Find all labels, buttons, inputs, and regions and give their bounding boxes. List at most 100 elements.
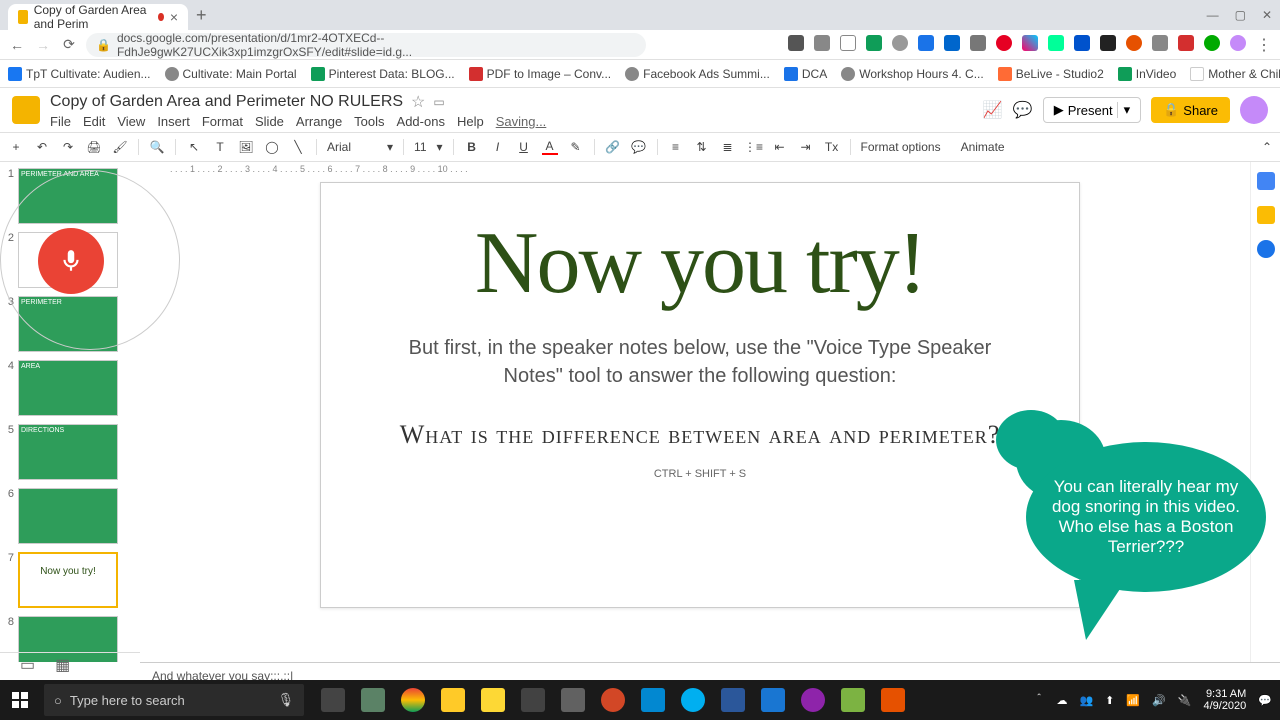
underline-button[interactable]: U xyxy=(516,139,532,155)
taskbar-app[interactable] xyxy=(474,681,512,719)
fontsize-dropdown-icon[interactable]: ▾ xyxy=(437,140,443,154)
browser-tab[interactable]: Copy of Garden Area and Perim × xyxy=(8,4,188,30)
menu-format[interactable]: Format xyxy=(202,114,243,129)
line-spacing-button[interactable]: ⇅ xyxy=(694,139,710,155)
slide-title[interactable]: Now you try! xyxy=(475,213,925,314)
taskbar-word[interactable] xyxy=(714,681,752,719)
line-tool[interactable]: ╲ xyxy=(290,139,306,155)
menu-arrange[interactable]: Arrange xyxy=(296,114,342,129)
voice-type-mic-button[interactable] xyxy=(38,228,104,294)
font-size[interactable]: 11 xyxy=(414,140,426,154)
tray-icon[interactable]: ⬆ xyxy=(1105,694,1114,707)
ext-icon[interactable] xyxy=(1022,35,1038,51)
ext-icon[interactable] xyxy=(866,35,882,51)
forward-button[interactable]: → xyxy=(34,37,52,53)
bookmark-item[interactable]: Workshop Hours 4. C... xyxy=(841,67,984,81)
menu-tools[interactable]: Tools xyxy=(354,114,384,129)
select-tool[interactable]: ↖ xyxy=(186,139,202,155)
tray-volume-icon[interactable]: 🔊 xyxy=(1152,694,1166,707)
menu-edit[interactable]: Edit xyxy=(83,114,105,129)
ext-icon[interactable] xyxy=(1204,35,1220,51)
window-close[interactable]: ✕ xyxy=(1262,8,1272,22)
slide-canvas[interactable]: Now you try! But first, in the speaker n… xyxy=(320,182,1080,608)
account-avatar[interactable] xyxy=(1240,96,1268,124)
tray-icon[interactable]: ☁ xyxy=(1056,694,1067,707)
star-icon[interactable]: ☆ xyxy=(411,92,425,112)
notifications-icon[interactable]: 💬 xyxy=(1258,694,1272,707)
italic-button[interactable]: I xyxy=(490,139,506,155)
bookmark-item[interactable]: BeLive - Studio2 xyxy=(998,67,1104,81)
ext-icon[interactable] xyxy=(996,35,1012,51)
taskbar-app[interactable] xyxy=(794,681,832,719)
ext-icon[interactable] xyxy=(1100,35,1116,51)
paint-format-button[interactable]: 🖌 xyxy=(112,139,128,155)
ext-icon[interactable] xyxy=(970,35,986,51)
taskbar-explorer[interactable] xyxy=(434,681,472,719)
menu-insert[interactable]: Insert xyxy=(157,114,190,129)
shape-tool[interactable]: ◯ xyxy=(264,139,280,155)
taskbar-app[interactable] xyxy=(354,681,392,719)
indent-left-button[interactable]: ⇤ xyxy=(772,139,788,155)
text-color-button[interactable]: A xyxy=(542,139,558,155)
tray-battery-icon[interactable]: 🔌 xyxy=(1178,694,1192,707)
font-select[interactable]: Arial xyxy=(327,140,377,154)
tray-wifi-icon[interactable]: 📶 xyxy=(1126,694,1140,707)
taskbar-clock[interactable]: 9:31 AM 4/9/2020 xyxy=(1203,688,1246,712)
slides-logo-icon[interactable] xyxy=(12,96,40,124)
new-slide-button[interactable]: + xyxy=(8,139,24,155)
bookmark-item[interactable]: TpT Cultivate: Audien... xyxy=(8,67,151,81)
taskbar-chrome[interactable] xyxy=(394,681,432,719)
slide-thumb-7[interactable]: 7Now you try! xyxy=(4,552,136,608)
menu-help[interactable]: Help xyxy=(457,114,484,129)
taskbar-powerpoint[interactable] xyxy=(594,681,632,719)
taskbar-camtasia[interactable] xyxy=(834,681,872,719)
slide-body[interactable]: But first, in the speaker notes below, u… xyxy=(400,334,1000,390)
bookmark-item[interactable]: DCA xyxy=(784,67,827,81)
tray-overflow-icon[interactable]: ＾ xyxy=(1033,692,1044,708)
textbox-tool[interactable]: T xyxy=(212,139,228,155)
ext-icon[interactable] xyxy=(918,35,934,51)
numbered-list-button[interactable]: ≣ xyxy=(720,139,736,155)
taskbar-app[interactable] xyxy=(554,681,592,719)
mic-icon[interactable]: 🎙 xyxy=(277,692,294,708)
share-button[interactable]: 🔒 Share xyxy=(1151,97,1230,123)
ext-icon[interactable] xyxy=(1152,35,1168,51)
filmstrip-view-icon[interactable]: ▭ xyxy=(20,655,35,675)
keep-icon[interactable] xyxy=(1257,206,1275,224)
menu-file[interactable]: File xyxy=(50,114,71,129)
animate-button[interactable]: Animate xyxy=(961,140,1005,154)
slide-thumb-5[interactable]: 5DIRECTIONS xyxy=(4,424,136,480)
taskbar-app[interactable] xyxy=(874,681,912,719)
slide-thumb-3[interactable]: 3PERIMETER xyxy=(4,296,136,352)
slide-thumb-6[interactable]: 6 xyxy=(4,488,136,544)
image-tool[interactable]: 🖼 xyxy=(238,139,254,155)
taskbar-skype[interactable] xyxy=(674,681,712,719)
present-button[interactable]: ▶ Present ▾ xyxy=(1043,97,1141,123)
slide-question[interactable]: What is the difference between area and … xyxy=(400,420,1001,450)
comments-icon[interactable]: 💬 xyxy=(1013,100,1033,120)
bookmark-item[interactable]: Cultivate: Main Portal xyxy=(165,67,297,81)
star-icon[interactable] xyxy=(840,35,856,51)
format-options-button[interactable]: Format options xyxy=(861,140,941,154)
move-icon[interactable]: ▭ xyxy=(433,95,444,109)
link-button[interactable]: 🔗 xyxy=(605,139,621,155)
tray-people-icon[interactable]: 👥 xyxy=(1079,694,1093,707)
menu-view[interactable]: View xyxy=(117,114,145,129)
present-dropdown[interactable]: ▾ xyxy=(1117,102,1131,118)
window-minimize[interactable]: — xyxy=(1207,8,1219,22)
calendar-icon[interactable] xyxy=(1257,172,1275,190)
taskbar-app[interactable] xyxy=(514,681,552,719)
ext-icon[interactable] xyxy=(788,35,804,51)
close-tab-icon[interactable]: × xyxy=(170,9,178,25)
print-button[interactable]: 🖨 xyxy=(86,139,102,155)
slide-thumb-4[interactable]: 4AREA xyxy=(4,360,136,416)
tasks-icon[interactable] xyxy=(1257,240,1275,258)
browser-avatar[interactable] xyxy=(1230,35,1246,51)
slide-shortcut[interactable]: CTRL + SHIFT + S xyxy=(654,468,746,480)
browser-menu-icon[interactable]: ⋮ xyxy=(1256,35,1272,55)
ext-icon[interactable] xyxy=(944,35,960,51)
bookmark-item[interactable]: InVideo xyxy=(1118,67,1176,81)
menu-slide[interactable]: Slide xyxy=(255,114,284,129)
font-dropdown-icon[interactable]: ▾ xyxy=(387,140,393,154)
bookmark-item[interactable]: Pinterest Data: BLOG... xyxy=(311,67,455,81)
